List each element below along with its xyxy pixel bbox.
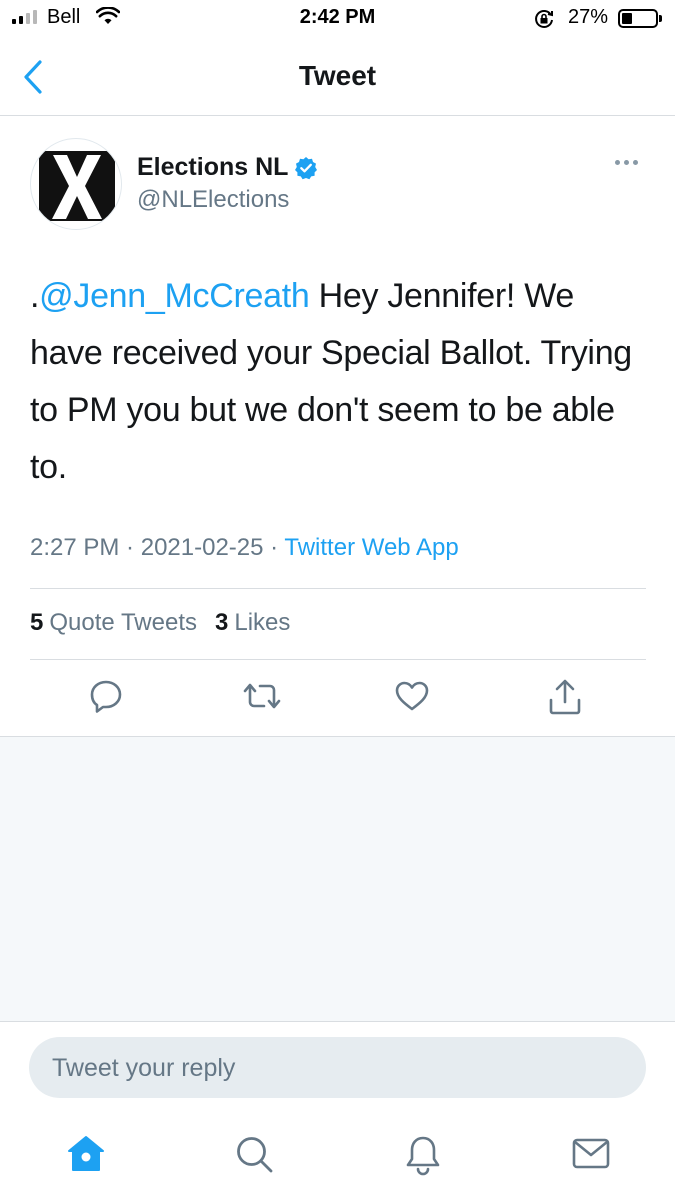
tweet-meta: 2:27 PM · 2021-02-25 · Twitter Web App <box>30 534 459 562</box>
like-count: 3 <box>215 609 229 636</box>
meta-separator: · <box>119 534 141 561</box>
notifications-icon[interactable] <box>403 1134 443 1176</box>
divider <box>30 659 646 660</box>
reply-input[interactable]: Tweet your reply <box>29 1037 646 1098</box>
author-name-row: Elections NL <box>137 153 318 182</box>
like-icon[interactable] <box>394 678 430 714</box>
mention-link[interactable]: @Jenn_McCreath <box>39 277 310 315</box>
battery-percent: 27% <box>568 6 609 28</box>
quote-label: Quote Tweets <box>49 609 198 636</box>
tweet-source-link[interactable]: Twitter Web App <box>284 534 458 561</box>
share-icon[interactable] <box>547 678 583 716</box>
tweet-text: .@Jenn_McCreath Hey Jennifer! We have re… <box>30 268 650 496</box>
reply-icon[interactable] <box>88 678 124 714</box>
elections-nl-logo <box>39 151 115 221</box>
rotation-lock-icon <box>535 10 553 28</box>
author-display-name[interactable]: Elections NL <box>137 153 288 182</box>
likes-stat[interactable]: 3 Likes <box>215 609 290 637</box>
tweet-actions <box>0 678 675 722</box>
divider <box>30 588 646 589</box>
meta-separator: · <box>263 534 285 561</box>
home-icon[interactable] <box>66 1134 106 1174</box>
quote-tweets-stat[interactable]: 5 Quote Tweets <box>30 609 197 637</box>
tab-bar <box>0 1110 675 1200</box>
reply-placeholder: Tweet your reply <box>52 1054 236 1082</box>
page-title: Tweet <box>298 60 377 91</box>
like-label: Likes <box>234 609 291 636</box>
retweet-icon[interactable] <box>242 678 282 714</box>
battery-icon <box>618 9 662 28</box>
avatar[interactable] <box>30 138 122 230</box>
author-handle[interactable]: @NLElections <box>137 186 289 214</box>
messages-icon[interactable] <box>571 1134 611 1174</box>
status-bar: Bell 2:42 PM 27% <box>0 0 675 40</box>
nav-bar: Tweet <box>0 40 675 116</box>
tweet-stats: 5 Quote Tweets 3 Likes <box>30 609 290 637</box>
tweet-text-prefix: . <box>30 277 40 315</box>
verified-badge-icon <box>295 156 318 179</box>
tweet-date: 2021-02-25 <box>140 534 264 561</box>
tweet-time: 2:27 PM <box>30 534 120 561</box>
quote-count: 5 <box>30 609 44 636</box>
search-icon[interactable] <box>234 1134 274 1174</box>
more-options-icon[interactable] <box>615 160 638 165</box>
replies-area <box>0 736 675 1022</box>
